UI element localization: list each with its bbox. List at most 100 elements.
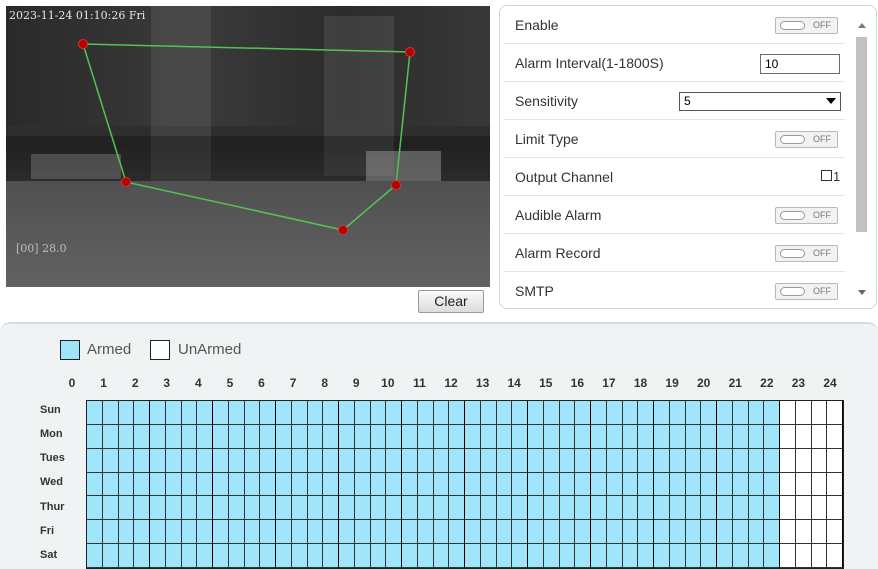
schedule-cell[interactable] (543, 448, 560, 473)
schedule-cell[interactable] (559, 401, 576, 425)
schedule-cell[interactable] (654, 448, 670, 473)
schedule-cell[interactable] (244, 401, 261, 425)
schedule-cell[interactable] (717, 424, 733, 449)
schedule-cell[interactable] (528, 520, 544, 545)
schedule-cell[interactable] (370, 424, 387, 449)
schedule-cell[interactable] (780, 401, 796, 425)
schedule-cell[interactable] (780, 496, 796, 521)
schedule-cell[interactable] (669, 496, 686, 521)
schedule-cell[interactable] (354, 520, 371, 545)
schedule-cell[interactable] (87, 496, 103, 521)
clear-button[interactable]: Clear (418, 290, 484, 313)
enable-toggle[interactable]: OFF (775, 17, 838, 34)
schedule-cell[interactable] (134, 472, 150, 497)
schedule-cell[interactable] (669, 520, 686, 545)
schedule-cell[interactable] (307, 544, 324, 568)
schedule-cell[interactable] (685, 472, 702, 497)
schedule-cell[interactable] (449, 496, 465, 521)
schedule-cell[interactable] (780, 448, 796, 473)
schedule-cell[interactable] (213, 401, 229, 425)
schedule-cell[interactable] (260, 544, 276, 568)
schedule-cell[interactable] (150, 401, 166, 425)
schedule-cell[interactable] (181, 520, 198, 545)
schedule-cell[interactable] (512, 401, 528, 425)
schedule-cell[interactable] (606, 544, 623, 568)
schedule-cell[interactable] (417, 496, 434, 521)
schedule-cell[interactable] (370, 401, 387, 425)
schedule-cell[interactable] (591, 520, 607, 545)
schedule-cell[interactable] (402, 472, 418, 497)
schedule-cell[interactable] (276, 401, 292, 425)
schedule-cell[interactable] (465, 424, 481, 449)
schedule-cell[interactable] (654, 401, 670, 425)
schedule-cell[interactable] (512, 448, 528, 473)
schedule-cell[interactable] (307, 496, 324, 521)
schedule-cell[interactable] (354, 401, 371, 425)
schedule-cell[interactable] (165, 544, 182, 568)
schedule-cell[interactable] (717, 544, 733, 568)
schedule-cell[interactable] (496, 520, 513, 545)
schedule-cell[interactable] (260, 496, 276, 521)
schedule-cell[interactable] (228, 401, 245, 425)
detection-region-polygon[interactable] (6, 6, 490, 287)
schedule-cell[interactable] (307, 448, 324, 473)
schedule-cell[interactable] (228, 448, 245, 473)
schedule-cell[interactable] (433, 424, 450, 449)
schedule-cell[interactable] (260, 448, 276, 473)
schedule-cell[interactable] (496, 448, 513, 473)
schedule-cell[interactable] (402, 496, 418, 521)
schedule-cell[interactable] (417, 544, 434, 568)
schedule-cell[interactable] (449, 424, 465, 449)
schedule-cell[interactable] (354, 496, 371, 521)
schedule-cell[interactable] (748, 544, 765, 568)
schedule-cell[interactable] (102, 544, 119, 568)
schedule-cell[interactable] (417, 520, 434, 545)
schedule-cell[interactable] (134, 448, 150, 473)
schedule-cell[interactable] (276, 424, 292, 449)
schedule-cell[interactable] (827, 401, 843, 425)
schedule-cell[interactable] (276, 520, 292, 545)
schedule-cell[interactable] (134, 544, 150, 568)
schedule-cell[interactable] (748, 496, 765, 521)
schedule-cell[interactable] (181, 424, 198, 449)
schedule-cell[interactable] (528, 448, 544, 473)
schedule-cell[interactable] (291, 448, 308, 473)
schedule-cell[interactable] (638, 448, 654, 473)
schedule-cell[interactable] (701, 424, 717, 449)
schedule-cell[interactable] (764, 544, 780, 568)
schedule-cell[interactable] (654, 424, 670, 449)
schedule-cell[interactable] (780, 544, 796, 568)
schedule-cell[interactable] (764, 424, 780, 449)
schedule-cell[interactable] (748, 424, 765, 449)
schedule-cell[interactable] (228, 424, 245, 449)
schedule-cell[interactable] (433, 496, 450, 521)
schedule-cell[interactable] (543, 520, 560, 545)
scroll-up-arrow-icon[interactable] (858, 23, 866, 28)
schedule-cell[interactable] (134, 496, 150, 521)
schedule-cell[interactable] (811, 472, 828, 497)
schedule-cell[interactable] (811, 544, 828, 568)
schedule-cell[interactable] (370, 472, 387, 497)
schedule-cell[interactable] (465, 520, 481, 545)
schedule-cell[interactable] (559, 544, 576, 568)
schedule-cell[interactable] (165, 496, 182, 521)
schedule-cell[interactable] (732, 496, 749, 521)
schedule-cell[interactable] (339, 401, 355, 425)
schedule-cell[interactable] (638, 520, 654, 545)
scroll-down-arrow-icon[interactable] (858, 290, 866, 295)
schedule-cell[interactable] (811, 448, 828, 473)
schedule-cell[interactable] (228, 520, 245, 545)
schedule-grid[interactable] (86, 400, 844, 569)
schedule-cell[interactable] (465, 401, 481, 425)
schedule-cell[interactable] (480, 520, 497, 545)
schedule-cell[interactable] (606, 520, 623, 545)
schedule-cell[interactable] (764, 520, 780, 545)
schedule-cell[interactable] (370, 496, 387, 521)
schedule-cell[interactable] (102, 424, 119, 449)
schedule-cell[interactable] (480, 424, 497, 449)
schedule-cell[interactable] (260, 520, 276, 545)
schedule-cell[interactable] (764, 472, 780, 497)
schedule-cell[interactable] (512, 424, 528, 449)
schedule-cell[interactable] (732, 448, 749, 473)
schedule-cell[interactable] (213, 544, 229, 568)
